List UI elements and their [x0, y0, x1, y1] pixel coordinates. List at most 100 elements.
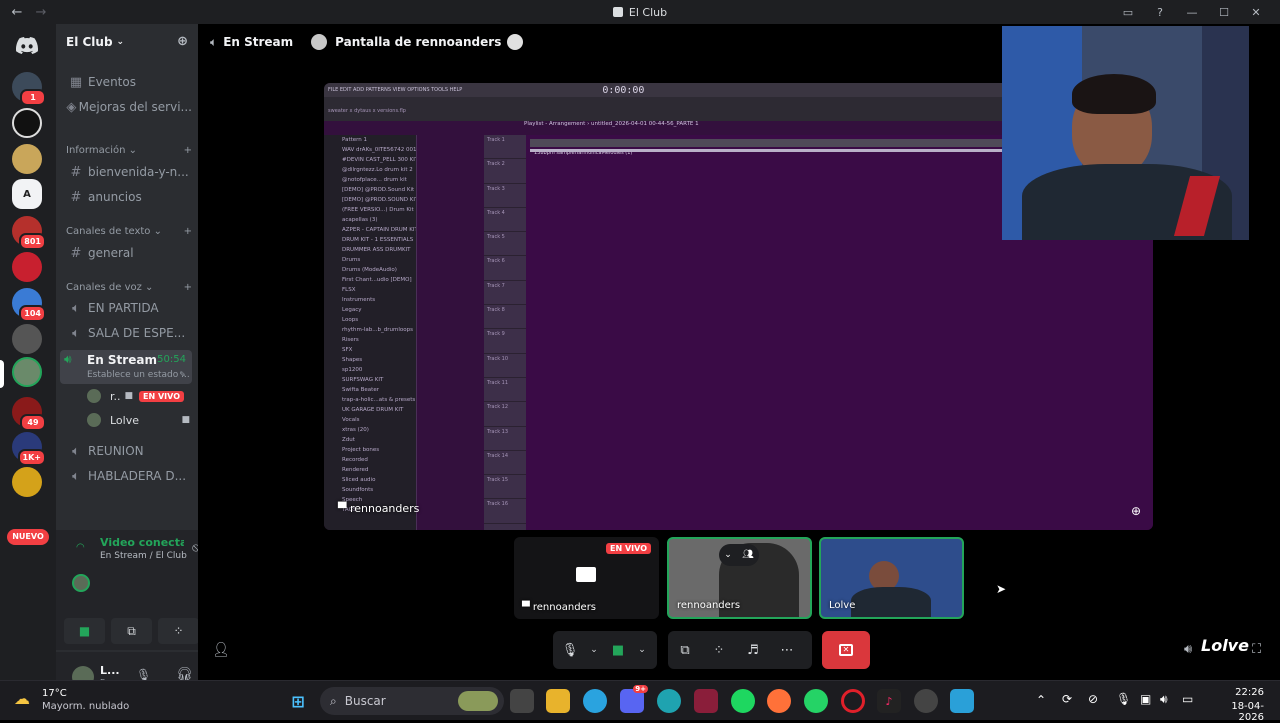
server-icon-104[interactable]: 104: [12, 288, 46, 322]
server-icon-crown[interactable]: [12, 144, 42, 174]
mic-options-chevron-icon[interactable]: ⌄: [587, 631, 601, 669]
voice-channel-en-stream[interactable]: 🔊︎ En Stream 50:54 Establece un estado .…: [60, 350, 192, 384]
add-channel-icon[interactable]: +: [184, 226, 192, 237]
tray-icon[interactable]: ⊘: [1088, 692, 1098, 706]
voice-channel-en-partida[interactable]: 🔈︎ EN PARTIDA: [62, 297, 192, 319]
more-button[interactable]: ⋯: [770, 631, 804, 669]
camera-button[interactable]: ■: [601, 631, 635, 669]
close-icon[interactable]: ✕: [1240, 6, 1272, 19]
channel-anuncios[interactable]: # anuncios: [62, 186, 192, 208]
network-icon[interactable]: ▣: [1140, 692, 1151, 706]
server-icon-el-club[interactable]: [12, 357, 42, 387]
maximize-icon[interactable]: ☐: [1208, 6, 1240, 19]
streamer-avatar: [311, 34, 328, 50]
discord-home-icon[interactable]: [12, 30, 42, 60]
add-channel-icon[interactable]: +: [184, 282, 192, 293]
voice-avatar[interactable]: [72, 574, 90, 592]
voice-channel-habladera[interactable]: 🔈︎ HABLADERA D...: [62, 465, 192, 487]
server-icon-red[interactable]: [12, 252, 42, 282]
screen-share-button[interactable]: ⧉: [668, 631, 702, 669]
discord-taskbar-icon[interactable]: 9+: [620, 685, 648, 713]
thumb-camera-lolve[interactable]: Lolve: [819, 537, 964, 619]
server-icon-flag[interactable]: [12, 467, 42, 497]
firefox-icon[interactable]: [767, 689, 791, 713]
category-voice[interactable]: Canales de voz ⌄ +: [66, 282, 192, 293]
minimize-icon[interactable]: —: [1176, 6, 1208, 19]
forward-arrow-icon[interactable]: →: [32, 5, 50, 20]
help-icon[interactable]: ?: [1144, 6, 1176, 19]
server-header[interactable]: El Club ⌄ ⊕: [56, 24, 198, 60]
weather-temp[interactable]: 17°C: [42, 688, 67, 699]
tray-chevron-icon[interactable]: ⌃: [1036, 693, 1046, 707]
new-badge[interactable]: NUEVO: [7, 529, 49, 545]
channel-bienvenida[interactable]: # bienvenida-y-n...: [62, 161, 192, 183]
file-explorer-icon[interactable]: [546, 689, 570, 713]
spotify-icon[interactable]: [731, 689, 755, 713]
speaker-icon: 🔈︎: [72, 443, 80, 459]
opera-gx-icon[interactable]: [841, 689, 865, 713]
sync-icon[interactable]: ⟳: [1062, 692, 1072, 706]
events-item[interactable]: ▦ Eventos: [62, 71, 192, 93]
taskbar-search[interactable]: ⌕ Buscar: [320, 687, 504, 715]
voice-channel-reunion[interactable]: 🔈︎ REUNION: [62, 440, 192, 462]
volume-tray-icon[interactable]: 🔊︎: [1160, 692, 1168, 707]
screen-title: Pantalla de rennoanders: [335, 35, 502, 49]
battery-icon[interactable]: ▭: [1182, 692, 1193, 706]
thumb-controls[interactable]: ⌄ 👥︎: [719, 544, 759, 566]
thumb-screen-rennoanders[interactable]: EN VIVO ▀ rennoanders: [514, 537, 659, 619]
leave-call-button[interactable]: ✕: [822, 631, 870, 669]
whatsapp-icon[interactable]: [804, 689, 828, 713]
channel-general[interactable]: # general: [62, 242, 192, 264]
voice-user-r[interactable]: r.. ■ EN VIVO: [86, 386, 184, 406]
category-info[interactable]: Información ⌄ +: [66, 145, 192, 156]
screen-share-button[interactable]: ⧉: [111, 618, 152, 644]
volume-icon[interactable]: 🔊︎: [1184, 642, 1192, 657]
actions-group: ⧉ ⁘ ♬ ⋯: [668, 631, 812, 669]
windows-start-icon[interactable]: ⊞: [286, 689, 310, 713]
photos-icon[interactable]: [950, 689, 974, 713]
chevron-down-icon[interactable]: ⌄: [724, 550, 732, 560]
server-icon-letters[interactable]: A: [12, 179, 42, 209]
category-text[interactable]: Canales de texto ⌄ +: [66, 226, 192, 237]
voice-user-lolve[interactable]: Lolve ■: [86, 410, 190, 430]
boosts-item[interactable]: ◈ Mejoras del servi...: [62, 96, 192, 118]
invite-icon[interactable]: ⊕: [177, 34, 188, 49]
notification-badge: 49: [20, 414, 46, 431]
tray-mic-icon[interactable]: 🎙︎: [1116, 692, 1131, 706]
canva-icon[interactable]: [657, 689, 681, 713]
clock-time[interactable]: 22:26: [1228, 687, 1264, 698]
fullscreen-icon[interactable]: ⛶: [1252, 642, 1261, 657]
app-icon-v[interactable]: [694, 689, 718, 713]
weather-desc[interactable]: Mayorm. nublado: [42, 701, 129, 712]
voice-channel-sala[interactable]: 🔈︎ SALA DE ESPE...: [62, 322, 192, 344]
server-icon-801[interactable]: 801: [12, 216, 46, 250]
user-name[interactable]: L...: [100, 664, 120, 677]
app-icon-timer[interactable]: [914, 689, 938, 713]
server-icon-49[interactable]: 49: [12, 397, 46, 431]
server-icon-eye[interactable]: [12, 108, 42, 138]
channel-status[interactable]: Establece un estado ...: [87, 370, 190, 380]
server-icon-dm[interactable]: 1: [12, 72, 46, 106]
add-channel-icon[interactable]: +: [184, 145, 192, 156]
server-icon-person[interactable]: [12, 324, 42, 354]
edit-icon[interactable]: ✎: [179, 370, 186, 379]
thumb-camera-rennoanders[interactable]: ⌄ 👥︎ rennoanders: [667, 537, 812, 619]
tiktok-icon[interactable]: ♪: [877, 689, 901, 713]
task-view-icon[interactable]: [510, 689, 534, 713]
inbox-icon[interactable]: ▭: [1112, 6, 1144, 19]
invite-user-icon[interactable]: 👤︎: [212, 642, 230, 658]
zoom-icon[interactable]: ⊕: [1131, 504, 1141, 518]
camera-on-button[interactable]: ■: [64, 618, 105, 644]
fl-track-header: Track 3: [484, 184, 526, 208]
voice-location[interactable]: En Stream / El Club: [100, 551, 187, 561]
server-icon-1k[interactable]: 1K+: [12, 432, 46, 466]
telegram-icon[interactable]: [583, 689, 607, 713]
soundboard-button[interactable]: ♬: [736, 631, 770, 669]
mic-button[interactable]: 🎙︎: [553, 631, 587, 669]
back-arrow-icon[interactable]: ←: [8, 5, 26, 20]
users-icon[interactable]: 👥︎: [742, 550, 753, 560]
activities-button[interactable]: ⁘: [702, 631, 736, 669]
voice-status[interactable]: Video conectac: [100, 536, 184, 549]
activities-button[interactable]: ⁘: [158, 618, 199, 644]
camera-options-chevron-icon[interactable]: ⌄: [635, 631, 649, 669]
